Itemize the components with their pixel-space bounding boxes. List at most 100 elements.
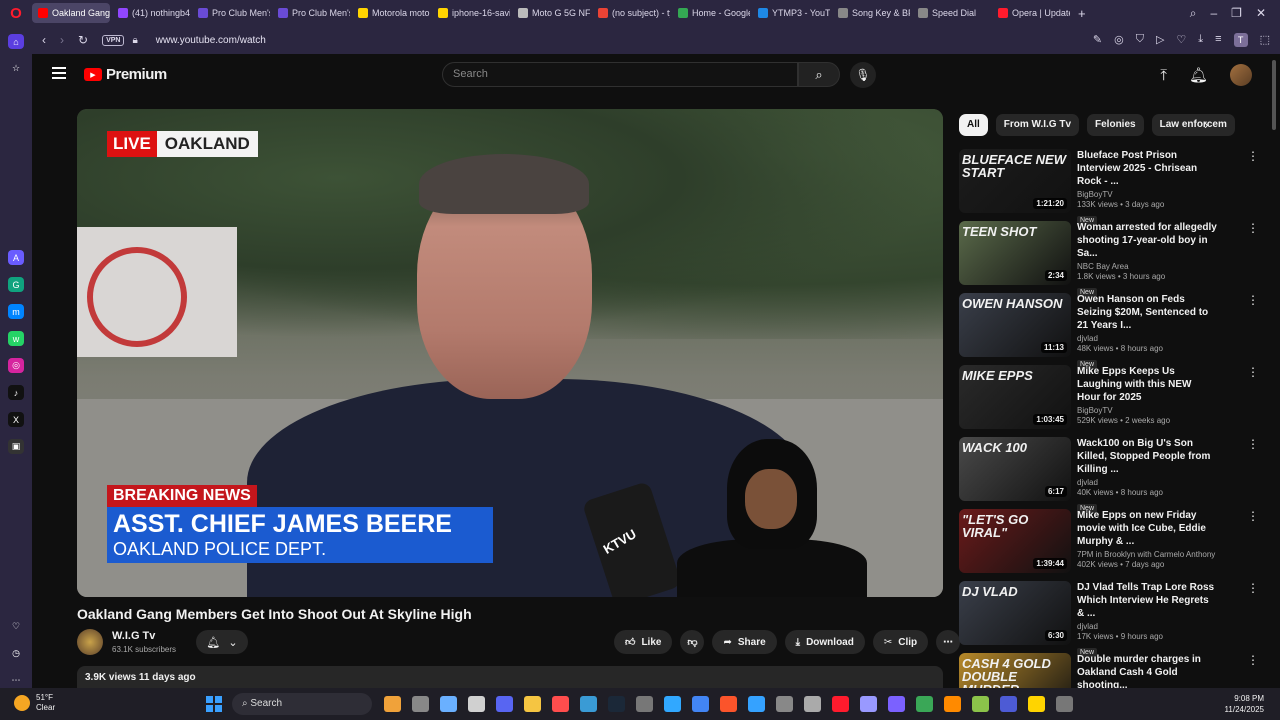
video-thumbnail[interactable]: DJ VLAD 6:30 [959,581,1071,645]
recommendation-item[interactable]: TEEN SHOT 2:34 Woman arrested for allegedl… [959,221,1259,297]
search-input[interactable]: Search [442,62,798,87]
forward-icon[interactable]: › [60,33,64,47]
taskbar-app-icon[interactable] [524,696,541,712]
channel-name[interactable]: BigBoyTV [1077,406,1259,415]
more-options-icon[interactable]: ⋮ [1247,509,1259,523]
maximize-icon[interactable]: ❐ [1231,6,1242,21]
shield-icon[interactable]: ⛉ [1136,33,1144,47]
taskbar-app-icon[interactable] [412,696,429,712]
video-thumbnail[interactable]: BLUEFACE NEW START 1:21:20 [959,149,1071,213]
download-icon[interactable]: ⤓ [1198,33,1203,47]
search-button[interactable]: ⌕ [798,62,840,87]
browser-tab[interactable]: Motorola moto [352,3,430,23]
minimize-icon[interactable]: – [1210,6,1217,21]
recommendation-item[interactable]: WACK 100 6:17 Wack100 on Big U's Son Kille… [959,437,1259,513]
video-player[interactable]: KTVU LIVE OAKLAND BREAKING NEWS ASST. CH… [77,109,943,597]
video-thumbnail[interactable]: MIKE EPPS 1:03:45 [959,365,1071,429]
player-icon[interactable]: ▷ [1156,33,1164,47]
recommendation-item[interactable]: OWEN HANSON 11:13 Owen Hanson on Feds Seiz… [959,293,1259,369]
browser-tab[interactable]: Opera | Update [992,3,1070,23]
taskbar-app-icon[interactable] [440,696,457,712]
video-title[interactable]: Owen Hanson on Feds Seizing $20M, Senten… [1077,293,1217,332]
more-options-icon[interactable]: ⋮ [1247,653,1259,667]
taskbar-app-icon[interactable] [720,696,737,712]
taskbar-app-icon[interactable] [944,696,961,712]
taskbar-app-icon[interactable] [692,696,709,712]
more-options-icon[interactable]: ⋮ [1247,293,1259,307]
x-icon[interactable]: X [8,412,24,428]
taskbar-app-icon[interactable] [860,696,877,712]
recommendation-item[interactable]: MIKE EPPS 1:03:45 Mike Epps Keeps Us Laugh… [959,365,1259,431]
taskbar-app-icon[interactable] [1056,696,1073,712]
taskbar-app-icon[interactable] [468,696,485,712]
recommendation-item[interactable]: "LET'S GO VIRAL" 1:39:44 Mike Epps on new … [959,509,1259,575]
heart-sidebar-icon[interactable]: ♡ [8,619,24,634]
taskbar-app-icon[interactable] [1028,696,1045,712]
more-options-icon[interactable]: ⋮ [1247,149,1259,163]
video-title[interactable]: DJ Vlad Tells Trap Lore Ross Which Inter… [1077,581,1217,620]
weather-widget[interactable]: 51°F Clear [14,693,55,713]
download-button[interactable]: ⤓ Download [784,630,865,654]
recommendation-item[interactable]: DJ VLAD 6:30 DJ Vlad Tells Trap Lore Ross … [959,581,1259,657]
instagram-icon[interactable]: ◎ [8,358,24,374]
menu-icon[interactable]: ≡ [1215,33,1221,47]
messenger-icon[interactable]: m [8,304,24,320]
channel-name[interactable]: djvlad [1077,334,1259,343]
more-options-icon[interactable]: ⋮ [1247,221,1259,235]
taskbar-app-icon[interactable] [384,696,401,712]
reload-icon[interactable]: ↻ [78,33,88,47]
hamburger-menu-icon[interactable] [52,67,66,79]
video-title[interactable]: Mike Epps Keeps Us Laughing with this NE… [1077,365,1217,404]
browser-tab[interactable]: (41) nothingb4k [112,3,190,23]
taskbar-app-icon[interactable] [580,696,597,712]
history-icon[interactable]: ◷ [8,646,24,661]
taskbar-app-icon[interactable] [636,696,653,712]
browser-tab[interactable]: Speed Dial [912,3,990,23]
taskbar-app-icon[interactable] [972,696,989,712]
chatgpt-icon[interactable]: G [8,277,24,293]
scrollbar[interactable] [1272,60,1276,130]
close-window-icon[interactable]: ✕ [1256,6,1266,21]
browser-tab[interactable]: Moto G 5G NFC [512,3,590,23]
star-icon[interactable]: ☆ [8,61,24,76]
upload-icon[interactable]: ⤒ [1160,67,1167,84]
browser-tab[interactable]: (no subject) - ty [592,3,670,23]
taskbar-app-icon[interactable] [552,696,569,712]
aria-icon[interactable]: A [8,250,24,266]
channel-name[interactable]: NBC Bay Area [1077,262,1259,271]
chevron-right-icon[interactable]: › [1204,117,1208,132]
back-icon[interactable]: ‹ [42,33,46,47]
profile-avatar[interactable]: T [1233,33,1248,47]
subscription-bell-button[interactable]: 🔔︎ ⌄ [196,630,248,654]
taskbar-app-icon[interactable] [664,696,681,712]
taskbar-app-icon[interactable] [804,696,821,712]
browser-tab[interactable]: iphone-16-savin [432,3,510,23]
more-options-icon[interactable]: ⋮ [1247,365,1259,379]
more-options-icon[interactable]: ⋮ [1247,581,1259,595]
channel-name[interactable]: djvlad [1077,478,1259,487]
browser-tab[interactable]: YTMP3 - YouTub [752,3,830,23]
browser-tab[interactable]: Pro Club Men's [192,3,270,23]
filter-chip[interactable]: All [959,114,988,136]
taskbar-app-icon[interactable] [832,696,849,712]
channel-name[interactable]: BigBoyTV [1077,190,1259,199]
video-title[interactable]: Blueface Post Prison Interview 2025 - Ch… [1077,149,1217,188]
video-thumbnail[interactable]: OWEN HANSON 11:13 [959,293,1071,357]
dislike-button[interactable]: 👎︎ [680,630,705,654]
channel-name[interactable]: W.I.G Tv [112,630,155,642]
start-button-icon[interactable] [206,696,222,712]
url-field[interactable]: www.youtube.com/watch [156,35,266,46]
clip-button[interactable]: ✂ Clip [872,630,929,654]
new-tab-button[interactable]: + [1078,6,1086,21]
browser-tab[interactable]: Pro Club Men's [272,3,350,23]
browser-tab[interactable]: Home - Google [672,3,750,23]
video-title[interactable]: Wack100 on Big U's Son Killed, Stopped P… [1077,437,1217,476]
home-icon[interactable]: ⌂ [8,34,24,50]
filter-chip[interactable]: From W.I.G Tv [995,114,1080,136]
browser-tab[interactable]: Oakland Gang Memb [32,3,110,23]
video-thumbnail[interactable]: "LET'S GO VIRAL" 1:39:44 [959,509,1071,573]
vpn-badge[interactable]: VPN [102,34,125,46]
taskbar-app-icon[interactable] [748,696,765,712]
channel-name[interactable]: djvlad [1077,622,1259,631]
channel-name[interactable]: 7PM in Brooklyn with Carmelo Anthony [1077,550,1259,559]
